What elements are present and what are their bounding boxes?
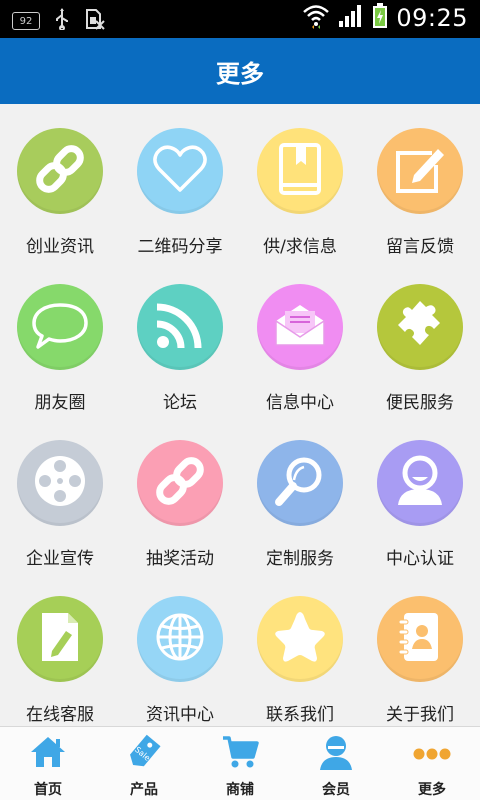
grid-item-info-center[interactable]: 信息中心 — [240, 260, 360, 416]
grid-item-forum[interactable]: 论坛 — [120, 260, 240, 416]
icon-circle — [377, 128, 463, 214]
icon-circle — [17, 440, 103, 526]
grid-item-news-center[interactable]: 资讯中心 — [120, 572, 240, 726]
link-icon — [32, 141, 88, 201]
shopping-cart-icon — [221, 733, 259, 775]
heart-icon — [152, 141, 208, 201]
grid-item-lottery[interactable]: 抽奖活动 — [120, 416, 240, 572]
grid-item-label: 二维码分享 — [137, 237, 223, 257]
sim-off-icon — [84, 8, 106, 34]
more-dots-icon — [413, 733, 451, 775]
puzzle-icon — [392, 297, 448, 357]
grid-item-about-us[interactable]: 关于我们 — [360, 572, 480, 726]
grid-item-label: 联系我们 — [266, 705, 334, 725]
tab-label: 首页 — [34, 782, 62, 798]
tab-more[interactable]: 更多 — [384, 727, 480, 800]
icon-circle — [377, 596, 463, 682]
contacts-book-icon — [392, 609, 448, 669]
icon-circle — [137, 284, 223, 370]
signal-icon — [338, 4, 364, 32]
tab-products[interactable]: Sale 产品 — [96, 727, 192, 800]
grid-item-contact-us[interactable]: 联系我们 — [240, 572, 360, 726]
title-bar: 更多 — [0, 38, 480, 104]
icon-circle — [257, 596, 343, 682]
tab-label: 更多 — [418, 782, 446, 798]
grid-item-label: 定制服务 — [266, 549, 334, 569]
grid-item-label: 在线客服 — [26, 705, 94, 725]
grid-item-label: 抽奖活动 — [146, 549, 214, 569]
grid-item-label: 企业宣传 — [26, 549, 94, 569]
icon-circle — [17, 284, 103, 370]
grid-item-supply-demand[interactable]: 供/求信息 — [240, 104, 360, 260]
home-icon — [29, 733, 67, 775]
grid-item-label: 关于我们 — [386, 705, 454, 725]
link-icon — [152, 453, 208, 513]
grid-item-qr-share[interactable]: 二维码分享 — [120, 104, 240, 260]
grid-item-center-certification[interactable]: 中心认证 — [360, 416, 480, 572]
icon-circle — [137, 596, 223, 682]
icon-circle — [137, 440, 223, 526]
grid-item-label: 论坛 — [163, 393, 197, 413]
grid-item-online-support[interactable]: 在线客服 — [0, 572, 120, 726]
status-bar: 92 09:25 — [0, 0, 480, 38]
film-reel-icon — [32, 453, 88, 513]
chat-bubble-icon — [32, 297, 88, 357]
rss-icon — [152, 297, 208, 357]
more-grid: 创业资讯 二维码分享 供/求信息 留言反馈 朋友圈 论坛 信息中心 便民服务 企… — [0, 104, 480, 726]
star-icon — [272, 609, 328, 669]
book-icon — [272, 141, 328, 201]
grid-item-custom-service[interactable]: 定制服务 — [240, 416, 360, 572]
tab-label: 会员 — [322, 782, 350, 798]
tab-label: 商铺 — [226, 782, 254, 798]
usb-icon — [54, 8, 70, 34]
grid-item-label: 朋友圈 — [34, 393, 86, 413]
grid-item-public-service[interactable]: 便民服务 — [360, 260, 480, 416]
edit-icon — [392, 141, 448, 201]
grid-item-moments[interactable]: 朋友圈 — [0, 260, 120, 416]
envelope-icon — [272, 297, 328, 357]
grid-item-label: 便民服务 — [386, 393, 454, 413]
grid-item-label: 创业资讯 — [26, 237, 94, 257]
tab-shops[interactable]: 商铺 — [192, 727, 288, 800]
grid-item-startup-news[interactable]: 创业资讯 — [0, 104, 120, 260]
grid-item-label: 中心认证 — [386, 549, 454, 569]
icon-circle — [17, 596, 103, 682]
grid-item-label: 供/求信息 — [263, 237, 337, 257]
grid-item-label: 资讯中心 — [146, 705, 214, 725]
globe-icon — [152, 609, 208, 669]
user-icon — [392, 453, 448, 513]
sale-tag-icon: Sale — [125, 733, 163, 775]
magnifier-icon — [272, 453, 328, 513]
grid-item-label: 留言反馈 — [386, 237, 454, 257]
icon-circle — [257, 128, 343, 214]
icon-circle — [257, 440, 343, 526]
grid-item-corporate-promo[interactable]: 企业宣传 — [0, 416, 120, 572]
tab-home[interactable]: 首页 — [0, 727, 96, 800]
icon-circle — [257, 284, 343, 370]
grid-item-feedback[interactable]: 留言反馈 — [360, 104, 480, 260]
icon-circle — [137, 128, 223, 214]
icon-circle — [377, 440, 463, 526]
tab-label: 产品 — [130, 782, 158, 798]
battery-icon — [372, 3, 388, 33]
notification-badge: 92 — [12, 12, 40, 30]
page-title: 更多 — [216, 59, 264, 88]
icon-circle — [17, 128, 103, 214]
bottom-tab-bar: 首页 Sale 产品 商铺 会员 更多 — [0, 726, 480, 800]
document-pen-icon — [32, 609, 88, 669]
wifi-icon — [302, 3, 330, 33]
icon-circle — [377, 284, 463, 370]
tab-member[interactable]: 会员 — [288, 727, 384, 800]
clock: 09:25 — [396, 4, 468, 32]
member-icon — [317, 733, 355, 775]
grid-item-label: 信息中心 — [266, 393, 334, 413]
